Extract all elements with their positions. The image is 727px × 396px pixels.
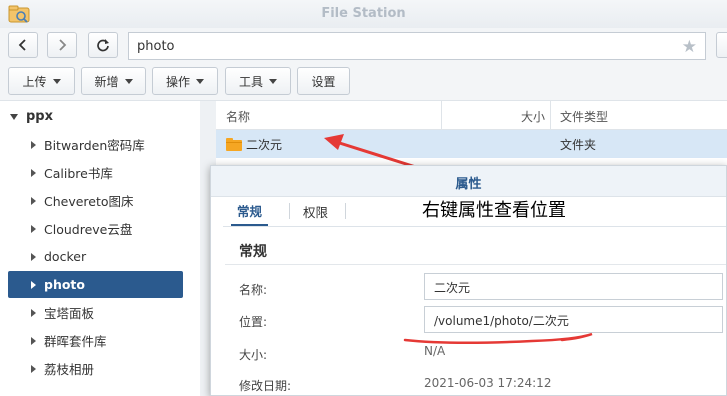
window-title: File Station (321, 6, 406, 21)
tree-item-calibre[interactable]: Calibre书库 (8, 159, 183, 186)
file-type: 文件夹 (560, 138, 597, 152)
collapse-arrow-icon (31, 224, 36, 233)
tree-root[interactable]: ppx (10, 109, 53, 124)
tab-separator (289, 203, 290, 219)
tree-item-lychee[interactable]: 荔枝相册 (8, 355, 183, 382)
forward-button[interactable] (47, 32, 77, 58)
size-label: 大小: (239, 348, 268, 362)
column-size[interactable]: 大小 (521, 108, 545, 125)
column-separator (441, 101, 442, 129)
collapse-arrow-icon (31, 140, 36, 149)
refresh-button[interactable] (88, 32, 118, 58)
tree-item-bitwarden[interactable]: Bitwarden密码库 (8, 131, 183, 158)
tree-item-photo[interactable]: photo (8, 271, 183, 298)
tree-item-label: photo (44, 277, 85, 292)
tree-item-label: 宝塔面板 (44, 306, 95, 321)
file-name: 二次元 (246, 138, 283, 152)
tree-item-label: 荔枝相册 (44, 362, 95, 377)
tools-label: 工具 (238, 74, 263, 89)
column-separator (550, 101, 551, 129)
collapse-arrow-icon (31, 280, 36, 289)
collapse-arrow-icon (31, 168, 36, 177)
collapse-arrow-icon (31, 308, 36, 317)
tab-general[interactable]: 常规 (231, 196, 269, 226)
annotation-underline (403, 332, 593, 344)
title-bar: File Station (0, 0, 727, 28)
properties-dialog: 属性 常规 权限 右键属性查看位置 常规 名称: 二次元 位置: /volume… (210, 165, 727, 396)
refresh-icon (97, 39, 109, 52)
modified-value: 2021-06-03 17:24:12 (424, 376, 552, 390)
upload-label: 上传 (22, 74, 47, 89)
chevron-left-icon (18, 39, 26, 51)
folder-icon (226, 138, 242, 151)
tree-root-label: ppx (26, 109, 53, 124)
upload-button[interactable]: 上传 (8, 67, 75, 95)
location-label: 位置: (239, 315, 268, 329)
chevron-right-icon (59, 39, 67, 51)
caret-down-icon (52, 78, 61, 84)
column-type[interactable]: 文件类型 (560, 108, 608, 125)
collapse-arrow-icon (31, 364, 36, 373)
tab-permissions[interactable]: 权限 (303, 196, 328, 226)
settings-label: 设置 (311, 74, 336, 89)
tree-item-label: Bitwarden密码库 (44, 138, 145, 153)
annotation-text: 右键属性查看位置 (422, 200, 566, 221)
path-input[interactable]: photo ★ (128, 32, 706, 60)
tree-item-docker[interactable]: docker (8, 243, 183, 270)
collapse-arrow-icon (31, 252, 36, 261)
tree-item-synology-packages[interactable]: 群晖套件库 (8, 327, 183, 354)
dialog-title-bar[interactable]: 属性 (211, 166, 726, 197)
new-label: 新增 (94, 74, 119, 89)
name-label: 名称: (239, 283, 268, 297)
collapse-arrow-icon (31, 196, 36, 205)
tree-item-label: 群晖套件库 (44, 334, 107, 349)
tree-item-label: Cloudreve云盘 (44, 222, 133, 237)
collapse-arrow-icon (31, 336, 36, 345)
dialog-title: 属性 (455, 177, 482, 192)
caret-down-icon (269, 78, 277, 84)
name-field[interactable]: 二次元 (424, 273, 723, 300)
settings-button[interactable]: 设置 (297, 67, 350, 95)
caret-down-icon (124, 78, 133, 84)
caret-down-icon (196, 78, 204, 84)
tab-separator (345, 203, 346, 219)
tree-item-label: docker (44, 249, 87, 264)
back-button[interactable] (8, 32, 38, 58)
action-toolbar: 上传 新增 操作 工具 设置 (0, 64, 727, 101)
tree-item-chevereto[interactable]: Chevereto图床 (8, 187, 183, 214)
expand-icon (10, 113, 18, 120)
section-title: 常规 (239, 244, 267, 260)
tab-underline (223, 226, 726, 227)
column-name[interactable]: 名称 (226, 108, 250, 125)
column-header: 名称 大小 文件类型 (216, 101, 727, 130)
folder-tree: ppx Bitwarden密码库 Calibre书库 Chevereto图床 C… (0, 101, 200, 396)
tree-item-label: Calibre书库 (44, 166, 113, 181)
star-icon[interactable]: ★ (682, 37, 697, 57)
more-button[interactable] (716, 32, 727, 58)
new-button[interactable]: 新增 (81, 67, 146, 95)
action-button[interactable]: 操作 (152, 67, 218, 95)
navigation-toolbar: photo ★ (0, 28, 727, 64)
path-value: photo (137, 39, 175, 54)
tree-item-cloudreve[interactable]: Cloudreve云盘 (8, 215, 183, 242)
modified-label: 修改日期: (239, 379, 292, 393)
section-divider (225, 264, 726, 265)
tree-item-baota[interactable]: 宝塔面板 (8, 299, 183, 326)
action-label: 操作 (165, 74, 190, 89)
tools-button[interactable]: 工具 (225, 67, 291, 95)
tree-item-label: Chevereto图床 (44, 194, 134, 209)
